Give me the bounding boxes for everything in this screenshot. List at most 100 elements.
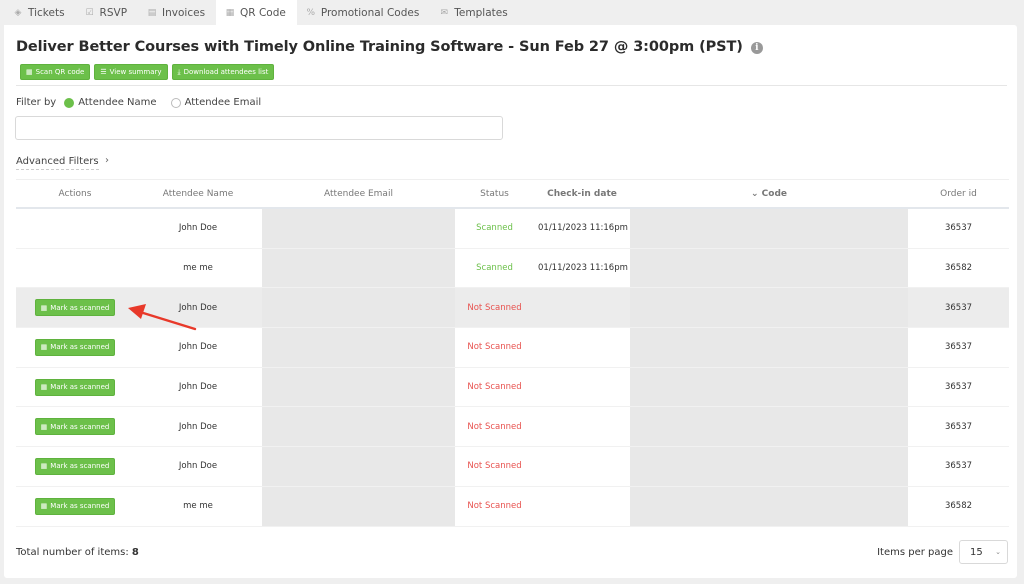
cell-attendee-name: John Doe (178, 342, 218, 353)
cell-code-redacted (630, 209, 908, 248)
tab-label: Promotional Codes (320, 6, 420, 19)
column-header-status[interactable]: Status (455, 189, 534, 199)
status-badge: Scanned (476, 263, 513, 274)
cell-order-id: 36582 (944, 501, 973, 512)
status-badge: Not Scanned (467, 302, 522, 313)
cell-order-id: 36537 (944, 461, 973, 472)
total-items: Total number of items: 8 (16, 547, 139, 558)
qr-code-icon: ▦ (40, 303, 48, 312)
items-per-page-select[interactable]: 15 ⌄ (959, 540, 1008, 564)
mark-as-scanned-button[interactable]: ▦ Mark as scanned (34, 497, 116, 515)
percent-icon: % (306, 7, 316, 18)
tab-promotional-codes[interactable]: % Promotional Codes (297, 0, 430, 25)
mark-as-scanned-button[interactable]: ▦ Mark as scanned (34, 338, 116, 356)
qr-code-icon: ▦ (40, 502, 48, 511)
cell-actions: ▦ Mark as scanned (16, 299, 134, 317)
table-row: me me Scanned 01/11/2023 11:16pm 36582 (16, 248, 1009, 289)
table-body: John Doe Scanned 01/11/2023 11:16pm 36537 me… (16, 209, 1009, 527)
column-header-code-label: Code (761, 188, 788, 199)
mark-as-scanned-label: Mark as scanned (50, 343, 110, 352)
cell-order-id: 36537 (944, 342, 973, 353)
table-header: Actions Attendee Name Attendee Email Sta… (16, 179, 1009, 209)
tab-label: QR Code (240, 6, 286, 19)
toolbar: ▦ Scan QR code ☰ View summary ⤓ Download at… (20, 64, 275, 80)
tab-label: Invoices (162, 6, 206, 19)
cell-attendee-email-redacted (262, 248, 455, 288)
cell-order-id: 36537 (944, 421, 973, 432)
chevron-right-icon[interactable]: › (105, 155, 109, 166)
radio-attendee-name[interactable] (64, 97, 75, 108)
cell-attendee-email-redacted (262, 367, 455, 407)
column-header-checkin-date[interactable]: Check-in date (534, 189, 630, 199)
page-title: Deliver Better Courses with Timely Onlin… (16, 39, 763, 55)
total-items-value: 8 (131, 547, 139, 558)
info-icon[interactable]: i (750, 42, 763, 54)
qr-code-icon: ▦ (40, 422, 48, 431)
tab-rsvp[interactable]: ☑ RSVP (76, 0, 138, 25)
cell-order-id: 36537 (944, 223, 973, 234)
cell-checkin-date: 01/11/2023 11:16pm (538, 263, 628, 274)
tab-label: RSVP (99, 6, 128, 19)
mark-as-scanned-label: Mark as scanned (50, 303, 110, 312)
cell-code-redacted (630, 447, 908, 486)
cell-code-redacted (630, 288, 908, 328)
tab-qr-code[interactable]: ▦ QR Code (216, 0, 297, 25)
scan-qr-code-label: Scan QR code (35, 68, 85, 76)
mark-as-scanned-label: Mark as scanned (50, 422, 110, 431)
qr-code-icon: ▦ (40, 343, 48, 352)
chevron-down-icon: ⌄ (995, 548, 1001, 556)
checkbox-icon: ☑ (85, 7, 94, 18)
cell-code-redacted (630, 367, 908, 407)
qr-code-icon: ▦ (225, 7, 235, 18)
column-header-attendee-email[interactable]: Attendee Email (262, 189, 455, 199)
filter-search-input[interactable] (15, 116, 503, 140)
table-row: ▦ Mark as scanned John Doe Not Scanned 36537 (16, 447, 1009, 487)
cell-attendee-email-redacted (262, 288, 455, 328)
status-badge: Not Scanned (467, 382, 522, 393)
items-per-page-value: 15 (970, 546, 983, 558)
cell-attendee-name: me me (183, 501, 213, 512)
download-icon: ⤓ (177, 67, 181, 76)
cell-attendee-name: John Doe (178, 421, 218, 432)
tab-invoices[interactable]: ▤ Invoices (138, 0, 216, 25)
cell-code-redacted (630, 248, 908, 288)
status-badge: Not Scanned (467, 342, 522, 353)
tab-label: Tickets (28, 6, 65, 19)
cell-attendee-name: me me (183, 263, 213, 274)
cell-actions: ▦ Mark as scanned (16, 418, 134, 436)
qr-code-icon: ▦ (40, 383, 48, 392)
cell-attendee-email-redacted (262, 447, 455, 486)
cell-actions: ▦ Mark as scanned (16, 338, 134, 356)
status-badge: Scanned (476, 223, 513, 234)
mark-as-scanned-button[interactable]: ▦ Mark as scanned (34, 378, 116, 396)
status-badge: Not Scanned (467, 421, 522, 432)
total-items-label: Total number of items: (16, 547, 129, 558)
table-row: ▦ Mark as scanned John Doe Not Scanned 36537 (16, 367, 1009, 408)
mark-as-scanned-button[interactable]: ▦ Mark as scanned (34, 418, 116, 436)
column-header-code[interactable]: ⌄ Code (630, 189, 908, 199)
scan-qr-code-button[interactable]: ▦ Scan QR code (20, 64, 91, 80)
mark-as-scanned-button[interactable]: ▦ Mark as scanned (34, 299, 116, 317)
ticket-icon: ◈ (14, 7, 22, 18)
mark-as-scanned-label: Mark as scanned (50, 383, 110, 392)
list-icon: ☰ (100, 68, 107, 76)
column-header-attendee-name[interactable]: Attendee Name (134, 189, 262, 199)
tab-tickets[interactable]: ◈ Tickets (4, 0, 76, 25)
radio-attendee-email[interactable] (170, 97, 181, 108)
advanced-filters-toggle[interactable]: Advanced Filters (16, 156, 99, 170)
view-summary-button[interactable]: ☰ View summary (94, 64, 168, 80)
radio-attendee-name-label[interactable]: Attendee Name (78, 97, 156, 108)
cell-attendee-email-redacted (262, 407, 455, 447)
status-badge: Not Scanned (467, 461, 522, 472)
sort-chevron-down-icon: ⌄ (750, 188, 759, 199)
column-header-order-id[interactable]: Order id (908, 189, 1009, 199)
document-icon: ▤ (147, 7, 157, 18)
mark-as-scanned-label: Mark as scanned (50, 462, 110, 471)
radio-attendee-email-label[interactable]: Attendee Email (185, 97, 262, 108)
cell-attendee-name: John Doe (178, 382, 218, 393)
download-attendees-button[interactable]: ⤓ Download attendees list (171, 64, 275, 80)
mark-as-scanned-button[interactable]: ▦ Mark as scanned (34, 457, 116, 475)
cell-actions: ▦ Mark as scanned (16, 457, 134, 475)
cell-checkin-date: 01/11/2023 11:16pm (538, 223, 628, 234)
tab-templates[interactable]: ✉ Templates (430, 0, 518, 25)
